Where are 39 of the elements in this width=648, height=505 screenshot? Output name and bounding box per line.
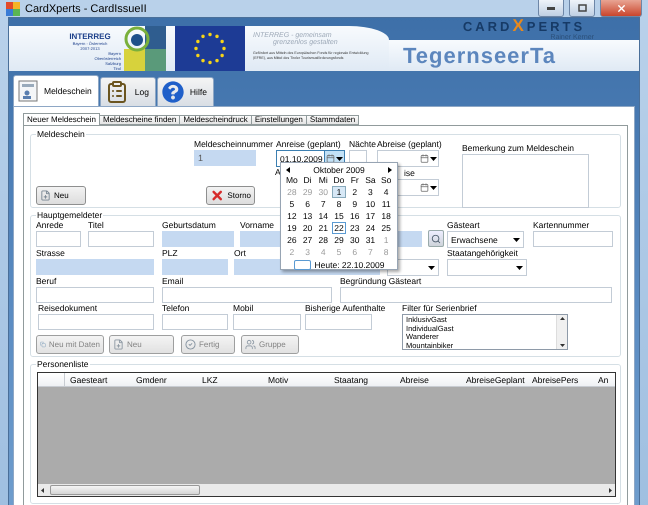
field-label: Vorname [240, 220, 274, 231]
weekday-label: Di [302, 175, 313, 186]
field-label: Filter für Serienbrief [402, 303, 477, 314]
field-label: Bemerkung zum Meldeschein [462, 143, 574, 154]
field-label: Anreise (geplant) [276, 139, 341, 150]
group-title: Hauptgemeldeter [36, 210, 104, 220]
brand-logo: CARD X PERTS [462, 18, 586, 34]
field-label: Ort [234, 248, 246, 259]
field-label: Reisedokument [38, 303, 98, 314]
field-label: Titel [88, 220, 104, 231]
window-title: CardXperts - CardIssueII [25, 2, 148, 14]
field-label: Gästeart [447, 220, 480, 231]
field-label: Begründung Gästeart [340, 276, 422, 287]
field-label: Meldescheinnummer [194, 139, 273, 150]
field-label: Staatangehörigkeit [447, 248, 518, 259]
field-label: Anrede [36, 220, 64, 231]
field-label: PLZ [162, 248, 178, 259]
month-title: Oktober 2009 [313, 165, 365, 175]
weekday-label: So [380, 175, 392, 186]
weekday-label: Mo [284, 175, 299, 186]
weekday-label: Do [332, 175, 346, 186]
weekday-label: Fr [350, 175, 360, 186]
field-label: ise [404, 168, 415, 179]
field-label: Bisherige Aufenthalte [305, 303, 386, 314]
program-name: INTERREG [69, 32, 111, 41]
banner-title: TegernseerTa [403, 42, 556, 68]
field-label: Telefon [162, 303, 190, 314]
field-label: Kartennummer [533, 220, 590, 231]
weekday-label: Sa [364, 175, 377, 186]
field-label: Nächte [349, 139, 376, 150]
field-label: Beruf [36, 276, 56, 287]
weekday-label: Mi [318, 175, 329, 186]
group-title: Personenliste [36, 359, 90, 369]
field-label: Geburtsdatum [162, 220, 216, 231]
field-label: Mobil [233, 303, 254, 314]
field-label: Email [162, 276, 184, 287]
field-label: Strasse [36, 248, 65, 259]
field-label: Abreise (geplant) [377, 139, 442, 150]
group-title: Meldeschein [36, 129, 86, 139]
